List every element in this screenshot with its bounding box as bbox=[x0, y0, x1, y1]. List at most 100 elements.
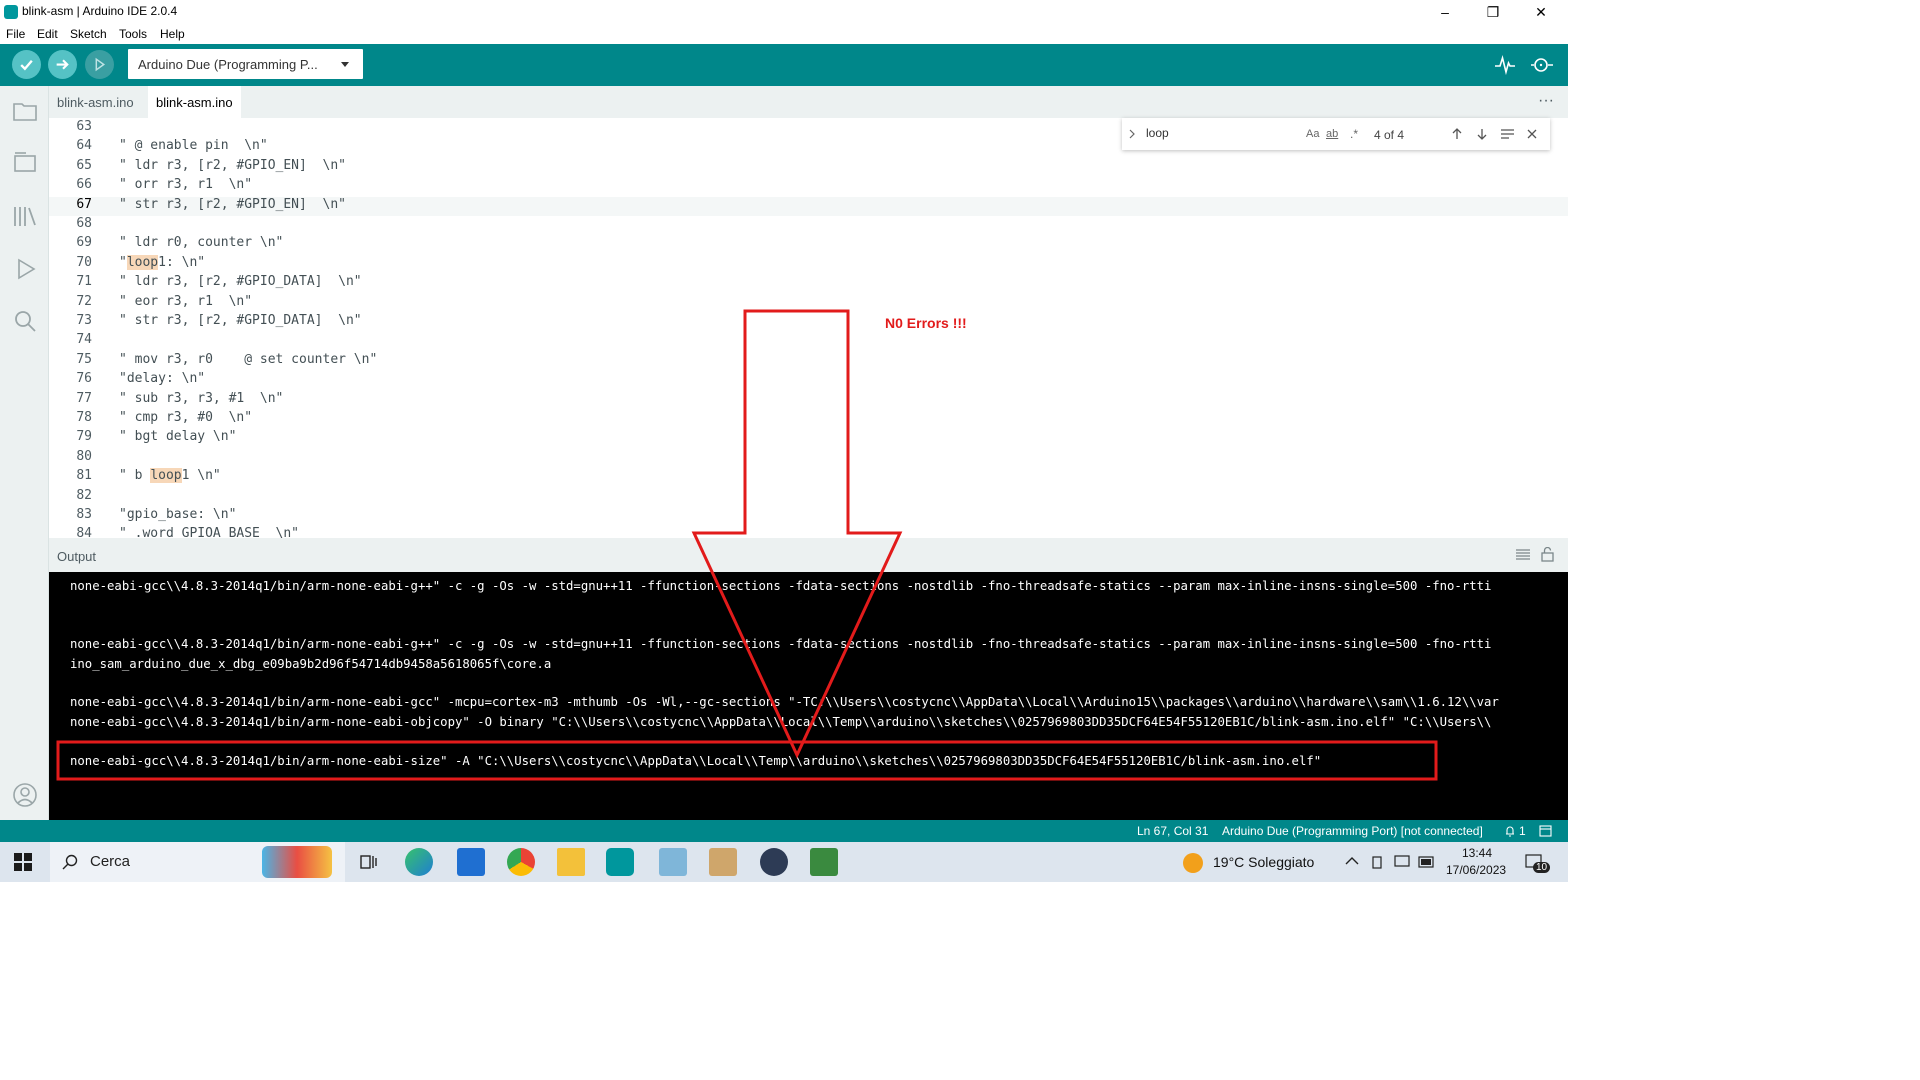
notepad-icon[interactable] bbox=[659, 848, 687, 876]
chrome-icon[interactable] bbox=[507, 848, 535, 876]
arduino-taskbar-icon[interactable] bbox=[606, 848, 634, 876]
code-text: "loop1: \n" bbox=[119, 254, 205, 270]
code-line[interactable]: 75 " mov r3, r0 @ set counter \n" bbox=[49, 352, 1568, 371]
chevron-right-icon[interactable] bbox=[1128, 129, 1136, 139]
code-line[interactable]: 84 " .word GPIOA_BASE \n" bbox=[49, 526, 1568, 538]
code-line[interactable]: 83 "gpio_base: \n" bbox=[49, 507, 1568, 526]
line-number: 64 bbox=[76, 138, 92, 154]
line-number: 78 bbox=[76, 410, 92, 425]
search-icon[interactable] bbox=[10, 306, 40, 336]
code-line[interactable]: 82 bbox=[49, 488, 1568, 507]
tab-blink-asm-inactive[interactable]: blink-asm.ino bbox=[49, 86, 142, 118]
find-in-selection-icon[interactable] bbox=[1500, 127, 1515, 141]
chevron-up-icon[interactable] bbox=[1345, 856, 1359, 866]
panel-toggle-icon[interactable] bbox=[1539, 825, 1552, 837]
code-text: " eor r3, r1 \n" bbox=[119, 293, 253, 309]
mail-icon[interactable] bbox=[457, 848, 485, 876]
taskbar-date[interactable]: 17/06/2023 bbox=[1446, 863, 1506, 877]
paint-icon[interactable] bbox=[709, 848, 737, 876]
code-line[interactable]: 66 " orr r3, r1 \n" bbox=[49, 177, 1568, 196]
clear-output-icon[interactable] bbox=[1515, 549, 1531, 561]
match-case-button[interactable]: Aa bbox=[1306, 128, 1319, 140]
arrow-right-icon bbox=[56, 59, 69, 70]
folder-icon[interactable] bbox=[10, 96, 40, 126]
windows-start-icon[interactable] bbox=[14, 853, 32, 871]
code-line[interactable]: 73 " str r3, [r2, #GPIO_DATA] \n" bbox=[49, 313, 1568, 332]
output-title: Output bbox=[57, 549, 97, 564]
upload-button[interactable] bbox=[48, 50, 77, 79]
code-line[interactable]: 70 "loop1: \n" bbox=[49, 254, 1568, 274]
usb-device-icon[interactable] bbox=[1370, 854, 1384, 870]
menu-file[interactable]: File bbox=[6, 27, 25, 41]
battery-icon[interactable] bbox=[1418, 856, 1436, 868]
menu-help[interactable]: Help bbox=[160, 27, 185, 41]
tab-blink-asm-active[interactable]: blink-asm.ino bbox=[148, 86, 241, 118]
arrow-up-icon[interactable] bbox=[1450, 127, 1464, 141]
chevron-down-icon bbox=[341, 62, 349, 67]
line-number: 63 bbox=[76, 119, 92, 134]
debug-rail-icon[interactable] bbox=[10, 254, 40, 284]
line-number: 80 bbox=[76, 448, 92, 464]
code-line[interactable]: 74 bbox=[49, 332, 1568, 351]
account-icon[interactable] bbox=[10, 780, 40, 810]
editor-tabs: blink-asm.ino blink-asm.ino ··· bbox=[49, 86, 1568, 118]
code-line[interactable]: 77 " sub r3, r3, #1 \n" bbox=[49, 391, 1568, 410]
more-options-icon[interactable]: ··· bbox=[1538, 92, 1554, 110]
code-line[interactable]: 80 bbox=[49, 449, 1568, 468]
board-status[interactable]: Arduino Due (Programming Port) [not conn… bbox=[1222, 824, 1483, 838]
verify-button[interactable] bbox=[12, 50, 41, 79]
image-viewer-icon[interactable] bbox=[810, 848, 838, 876]
line-number: 74 bbox=[76, 332, 92, 348]
code-line[interactable]: 71 " ldr r3, [r2, #GPIO_DATA] \n" bbox=[49, 274, 1568, 293]
display-icon[interactable] bbox=[1394, 854, 1410, 870]
match-word-button[interactable]: ab bbox=[1326, 128, 1338, 140]
edge-icon[interactable] bbox=[405, 848, 433, 876]
board-manager-icon[interactable] bbox=[10, 148, 40, 178]
code-text: " sub r3, r3, #1 \n" bbox=[119, 390, 284, 406]
code-line[interactable]: 79 " bgt delay \n" bbox=[49, 429, 1568, 448]
task-view-icon[interactable] bbox=[355, 848, 383, 876]
code-line[interactable]: 78 " cmp r3, #0 \n" bbox=[49, 410, 1568, 429]
file-explorer-icon[interactable] bbox=[557, 848, 585, 876]
taskbar-search-box[interactable]: Cerca bbox=[50, 842, 345, 882]
lock-icon[interactable] bbox=[1541, 547, 1554, 562]
output-console[interactable]: none-eabi-gcc\\4.8.3-2014q1/bin/arm-none… bbox=[49, 572, 1568, 820]
serial-monitor-icon[interactable] bbox=[1530, 54, 1554, 76]
code-line[interactable]: 68 bbox=[49, 216, 1568, 235]
menu-sketch[interactable]: Sketch bbox=[70, 27, 107, 41]
settings-gear-icon[interactable] bbox=[760, 848, 788, 876]
taskbar-time[interactable]: 13:44 bbox=[1462, 846, 1492, 860]
library-icon[interactable] bbox=[10, 201, 40, 231]
code-line[interactable]: 72 " eor r3, r1 \n" bbox=[49, 294, 1568, 313]
cursor-position[interactable]: Ln 67, Col 31 bbox=[1137, 824, 1208, 838]
arrow-down-icon[interactable] bbox=[1475, 127, 1489, 141]
bell-icon[interactable] bbox=[1504, 825, 1516, 837]
line-number: 77 bbox=[76, 390, 92, 406]
title-bar: blink-asm | Arduino IDE 2.0.4 – ❐ ✕ bbox=[0, 0, 1568, 24]
board-selector[interactable]: Arduino Due (Programming P... bbox=[128, 49, 363, 79]
arduino-app-icon bbox=[4, 5, 18, 19]
code-line[interactable]: 65 " ldr r3, [r2, #GPIO_EN] \n" bbox=[49, 158, 1568, 177]
code-text: " str r3, [r2, #GPIO_DATA] \n" bbox=[119, 313, 362, 328]
weather-text[interactable]: 19°C Soleggiato bbox=[1213, 854, 1314, 870]
debug-button[interactable] bbox=[85, 50, 114, 79]
close-button[interactable]: ✕ bbox=[1518, 0, 1564, 24]
close-find-icon[interactable] bbox=[1526, 128, 1538, 140]
search-icon bbox=[62, 854, 78, 870]
menu-edit[interactable]: Edit bbox=[37, 27, 58, 41]
code-line[interactable]: 76 "delay: \n" bbox=[49, 371, 1568, 390]
regex-button[interactable]: .* bbox=[1350, 127, 1358, 141]
code-text: " bgt delay \n" bbox=[119, 429, 237, 445]
code-text-segment: " bbox=[119, 254, 127, 270]
match-count: 4 of 4 bbox=[1374, 128, 1405, 142]
pulse-icon[interactable] bbox=[1494, 55, 1516, 75]
minimize-button[interactable]: – bbox=[1422, 0, 1468, 24]
notification-count: 1 bbox=[1519, 824, 1526, 838]
code-editor[interactable]: 63 64 " @ enable pin \n" 65 " ldr r3, [r2, #… bbox=[49, 118, 1568, 538]
code-line[interactable]: 67 " str r3, [r2, #GPIO_EN] \n" bbox=[49, 196, 1568, 216]
menu-tools[interactable]: Tools bbox=[119, 27, 147, 41]
maximize-button[interactable]: ❐ bbox=[1470, 0, 1516, 24]
code-line[interactable]: 69 " ldr r0, counter \n" bbox=[49, 235, 1568, 254]
code-line[interactable]: 81 " b loop1 \n" bbox=[49, 468, 1568, 487]
code-text: " @ enable pin \n" bbox=[119, 138, 268, 154]
